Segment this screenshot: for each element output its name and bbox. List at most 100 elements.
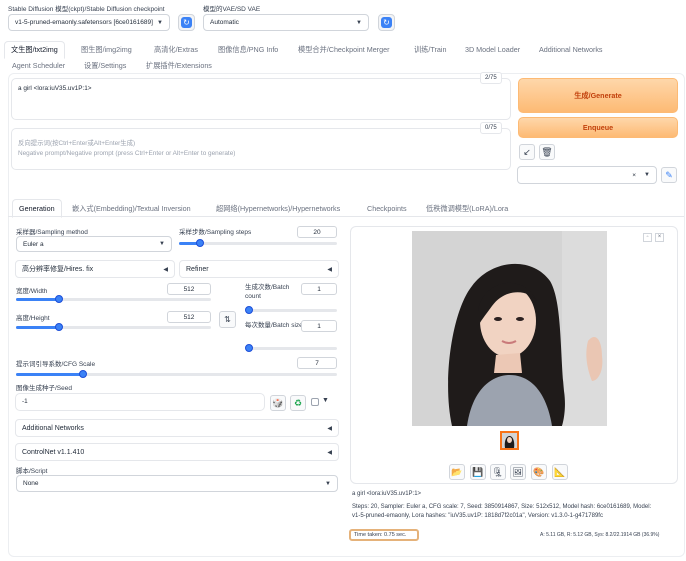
- tab-png-info[interactable]: 图像信息/PNG Info: [218, 45, 278, 55]
- width-slider[interactable]: [16, 295, 211, 303]
- batch-size-text: 每次数量/Batch size: [245, 322, 303, 329]
- cfg-label: 提示词引导系数/CFG Scale: [16, 361, 96, 368]
- sampler-select[interactable]: Euler a ▼: [16, 236, 172, 252]
- refresh-icon: ↻: [181, 17, 192, 28]
- steps-slider[interactable]: [179, 239, 337, 247]
- seed-input[interactable]: -1: [15, 393, 265, 411]
- clear-icon[interactable]: ×: [632, 172, 636, 179]
- tab-extras[interactable]: 高清化/Extras: [154, 45, 198, 55]
- collapse-arrow-icon: ◀: [327, 425, 332, 432]
- height-slider[interactable]: [16, 323, 211, 331]
- recycle-icon[interactable]: ♻: [290, 395, 306, 411]
- portrait-image: [412, 231, 607, 426]
- chevron-down-icon: ▼: [644, 172, 650, 178]
- negative-token-counter: 0/75: [480, 122, 502, 134]
- slider-thumb[interactable]: [54, 295, 63, 303]
- palette-icon[interactable]: 🎨: [531, 464, 547, 480]
- ruler-icon[interactable]: 📐: [552, 464, 568, 480]
- batch-size-input[interactable]: 1: [301, 320, 337, 332]
- script-select[interactable]: None ▼: [16, 475, 338, 492]
- generate-button[interactable]: 生成/Generate: [518, 78, 678, 113]
- chevron-down-icon: ▼: [356, 19, 362, 26]
- chevron-down-icon: ▼: [159, 241, 165, 247]
- trash-icon[interactable]: 🗑: [539, 144, 555, 160]
- chevron-down-icon[interactable]: ▼: [322, 397, 329, 404]
- checkpoint-select[interactable]: v1-5-pruned-emaonly.safetensors [6ce0161…: [8, 14, 170, 31]
- prompt-text: a girl <lora:iuV35.uv1P:1>: [18, 85, 92, 92]
- height-input[interactable]: 512: [167, 311, 211, 323]
- generated-image[interactable]: [412, 231, 607, 426]
- batch-count-slider[interactable]: [244, 306, 337, 314]
- vae-select[interactable]: Automatic ▼: [203, 14, 369, 31]
- fullscreen-icon[interactable]: ▫: [643, 233, 652, 242]
- slider-thumb[interactable]: [195, 239, 204, 247]
- tab-lora[interactable]: 低秩微调模型(LoRA)/Lora: [426, 204, 508, 214]
- vae-label: 模型的VAE/SD VAE: [203, 6, 261, 13]
- tab-checkpoint-merger[interactable]: 模型合并/Checkpoint Merger: [298, 45, 389, 55]
- refresh-icon: ↻: [381, 17, 392, 28]
- info-model: v1-5-pruned-emaonly, Lora hashes: "iuV35…: [352, 513, 603, 519]
- tab-additional-networks[interactable]: Additional Networks: [539, 45, 603, 54]
- hires-fix-accordion[interactable]: 高分辨率修复/Hires. fix ◀: [15, 260, 175, 278]
- prompt-input[interactable]: a girl <lora:iuV35.uv1P:1>: [11, 78, 511, 120]
- batch-count-input[interactable]: 1: [301, 283, 337, 295]
- collapse-arrow-icon: ◀: [327, 449, 332, 456]
- refresh-vae-button[interactable]: ↻: [378, 14, 395, 31]
- chevron-down-icon: ▼: [157, 19, 163, 26]
- thumbnail[interactable]: [500, 431, 519, 450]
- slider-thumb[interactable]: [244, 344, 253, 352]
- prompt-token-counter: 2/75: [480, 72, 502, 84]
- batch-size-label: 每次数量/Batch size: [245, 321, 305, 330]
- hires-fix-label: 高分辨率修复/Hires. fix: [22, 266, 94, 273]
- tab-agent-scheduler[interactable]: Agent Scheduler: [12, 61, 65, 70]
- slider-fill: [16, 373, 84, 376]
- tab-3d-model-loader[interactable]: 3D Model Loader: [465, 45, 520, 54]
- steps-input[interactable]: 20: [297, 226, 337, 238]
- cfg-slider[interactable]: [16, 370, 337, 378]
- tab-settings[interactable]: 设置/Settings: [84, 61, 126, 71]
- refresh-checkpoint-button[interactable]: ↻: [178, 14, 195, 31]
- refiner-accordion[interactable]: Refiner ◀: [179, 260, 339, 278]
- pencil-icon[interactable]: ✎: [661, 167, 677, 183]
- cfg-input[interactable]: 7: [297, 357, 337, 369]
- swap-icon[interactable]: ⇅: [219, 311, 236, 328]
- slider-thumb[interactable]: [54, 323, 63, 331]
- extra-seed-checkbox[interactable]: [311, 398, 319, 406]
- enqueue-button[interactable]: Enqueue: [518, 117, 678, 138]
- width-input[interactable]: 512: [167, 283, 211, 295]
- checkpoint-label: Stable Diffusion 模型(ckpt)/Stable Diffusi…: [8, 6, 165, 13]
- script-label: 脚本/Script: [16, 468, 48, 475]
- image-icon[interactable]: 🖼: [510, 464, 526, 480]
- additional-networks-accordion[interactable]: Additional Networks ◀: [15, 419, 339, 437]
- close-icon[interactable]: ×: [655, 233, 664, 242]
- collapse-arrow-icon: ◀: [163, 266, 168, 273]
- tab-extensions[interactable]: 扩展插件/Extensions: [146, 61, 212, 71]
- collapse-arrow-icon: ◀: [327, 266, 332, 273]
- slider-fill: [16, 326, 59, 329]
- tab-img2img[interactable]: 图生图/img2img: [81, 45, 132, 55]
- zip-icon[interactable]: 🗜: [490, 464, 506, 480]
- save-icon[interactable]: 💾: [470, 464, 486, 480]
- additional-networks-label: Additional Networks: [22, 424, 84, 432]
- tab-train[interactable]: 训练/Train: [414, 45, 446, 55]
- style-select[interactable]: × ▼: [517, 166, 657, 184]
- arrow-icon[interactable]: ↙: [519, 144, 535, 160]
- controlnet-label: ControlNet v1.1.410: [22, 448, 85, 456]
- sampler-value: Euler a: [23, 240, 44, 248]
- steps-label: 采样步数/Sampling steps: [179, 229, 252, 236]
- slider-fill: [16, 298, 59, 301]
- negative-prompt-input[interactable]: 反向提示词(按Ctrl+Enter或Alt+Enter生成) Negative …: [11, 128, 511, 170]
- seed-label: 图像生成种子/Seed: [16, 385, 72, 392]
- batch-size-slider[interactable]: [244, 344, 337, 352]
- dice-icon[interactable]: 🎲: [270, 395, 286, 411]
- width-label: 宽度/Width: [16, 288, 48, 295]
- controlnet-accordion[interactable]: ControlNet v1.1.410 ◀: [15, 443, 339, 461]
- folder-icon[interactable]: 📂: [449, 464, 465, 480]
- tab-textual-inversion[interactable]: 嵌入式(Embedding)/Textual Inversion: [72, 204, 191, 214]
- batch-count-label: 生成次数/Batch count: [245, 283, 305, 301]
- time-taken-box: Time taken: 0.75 sec.: [349, 529, 419, 541]
- tab-txt2img[interactable]: 文生图/txt2img: [4, 41, 65, 59]
- tab-hypernetworks[interactable]: 超网络(Hypernetworks)/Hypernetworks: [216, 204, 340, 214]
- slider-thumb[interactable]: [244, 306, 253, 314]
- tab-checkpoints[interactable]: Checkpoints: [367, 204, 407, 213]
